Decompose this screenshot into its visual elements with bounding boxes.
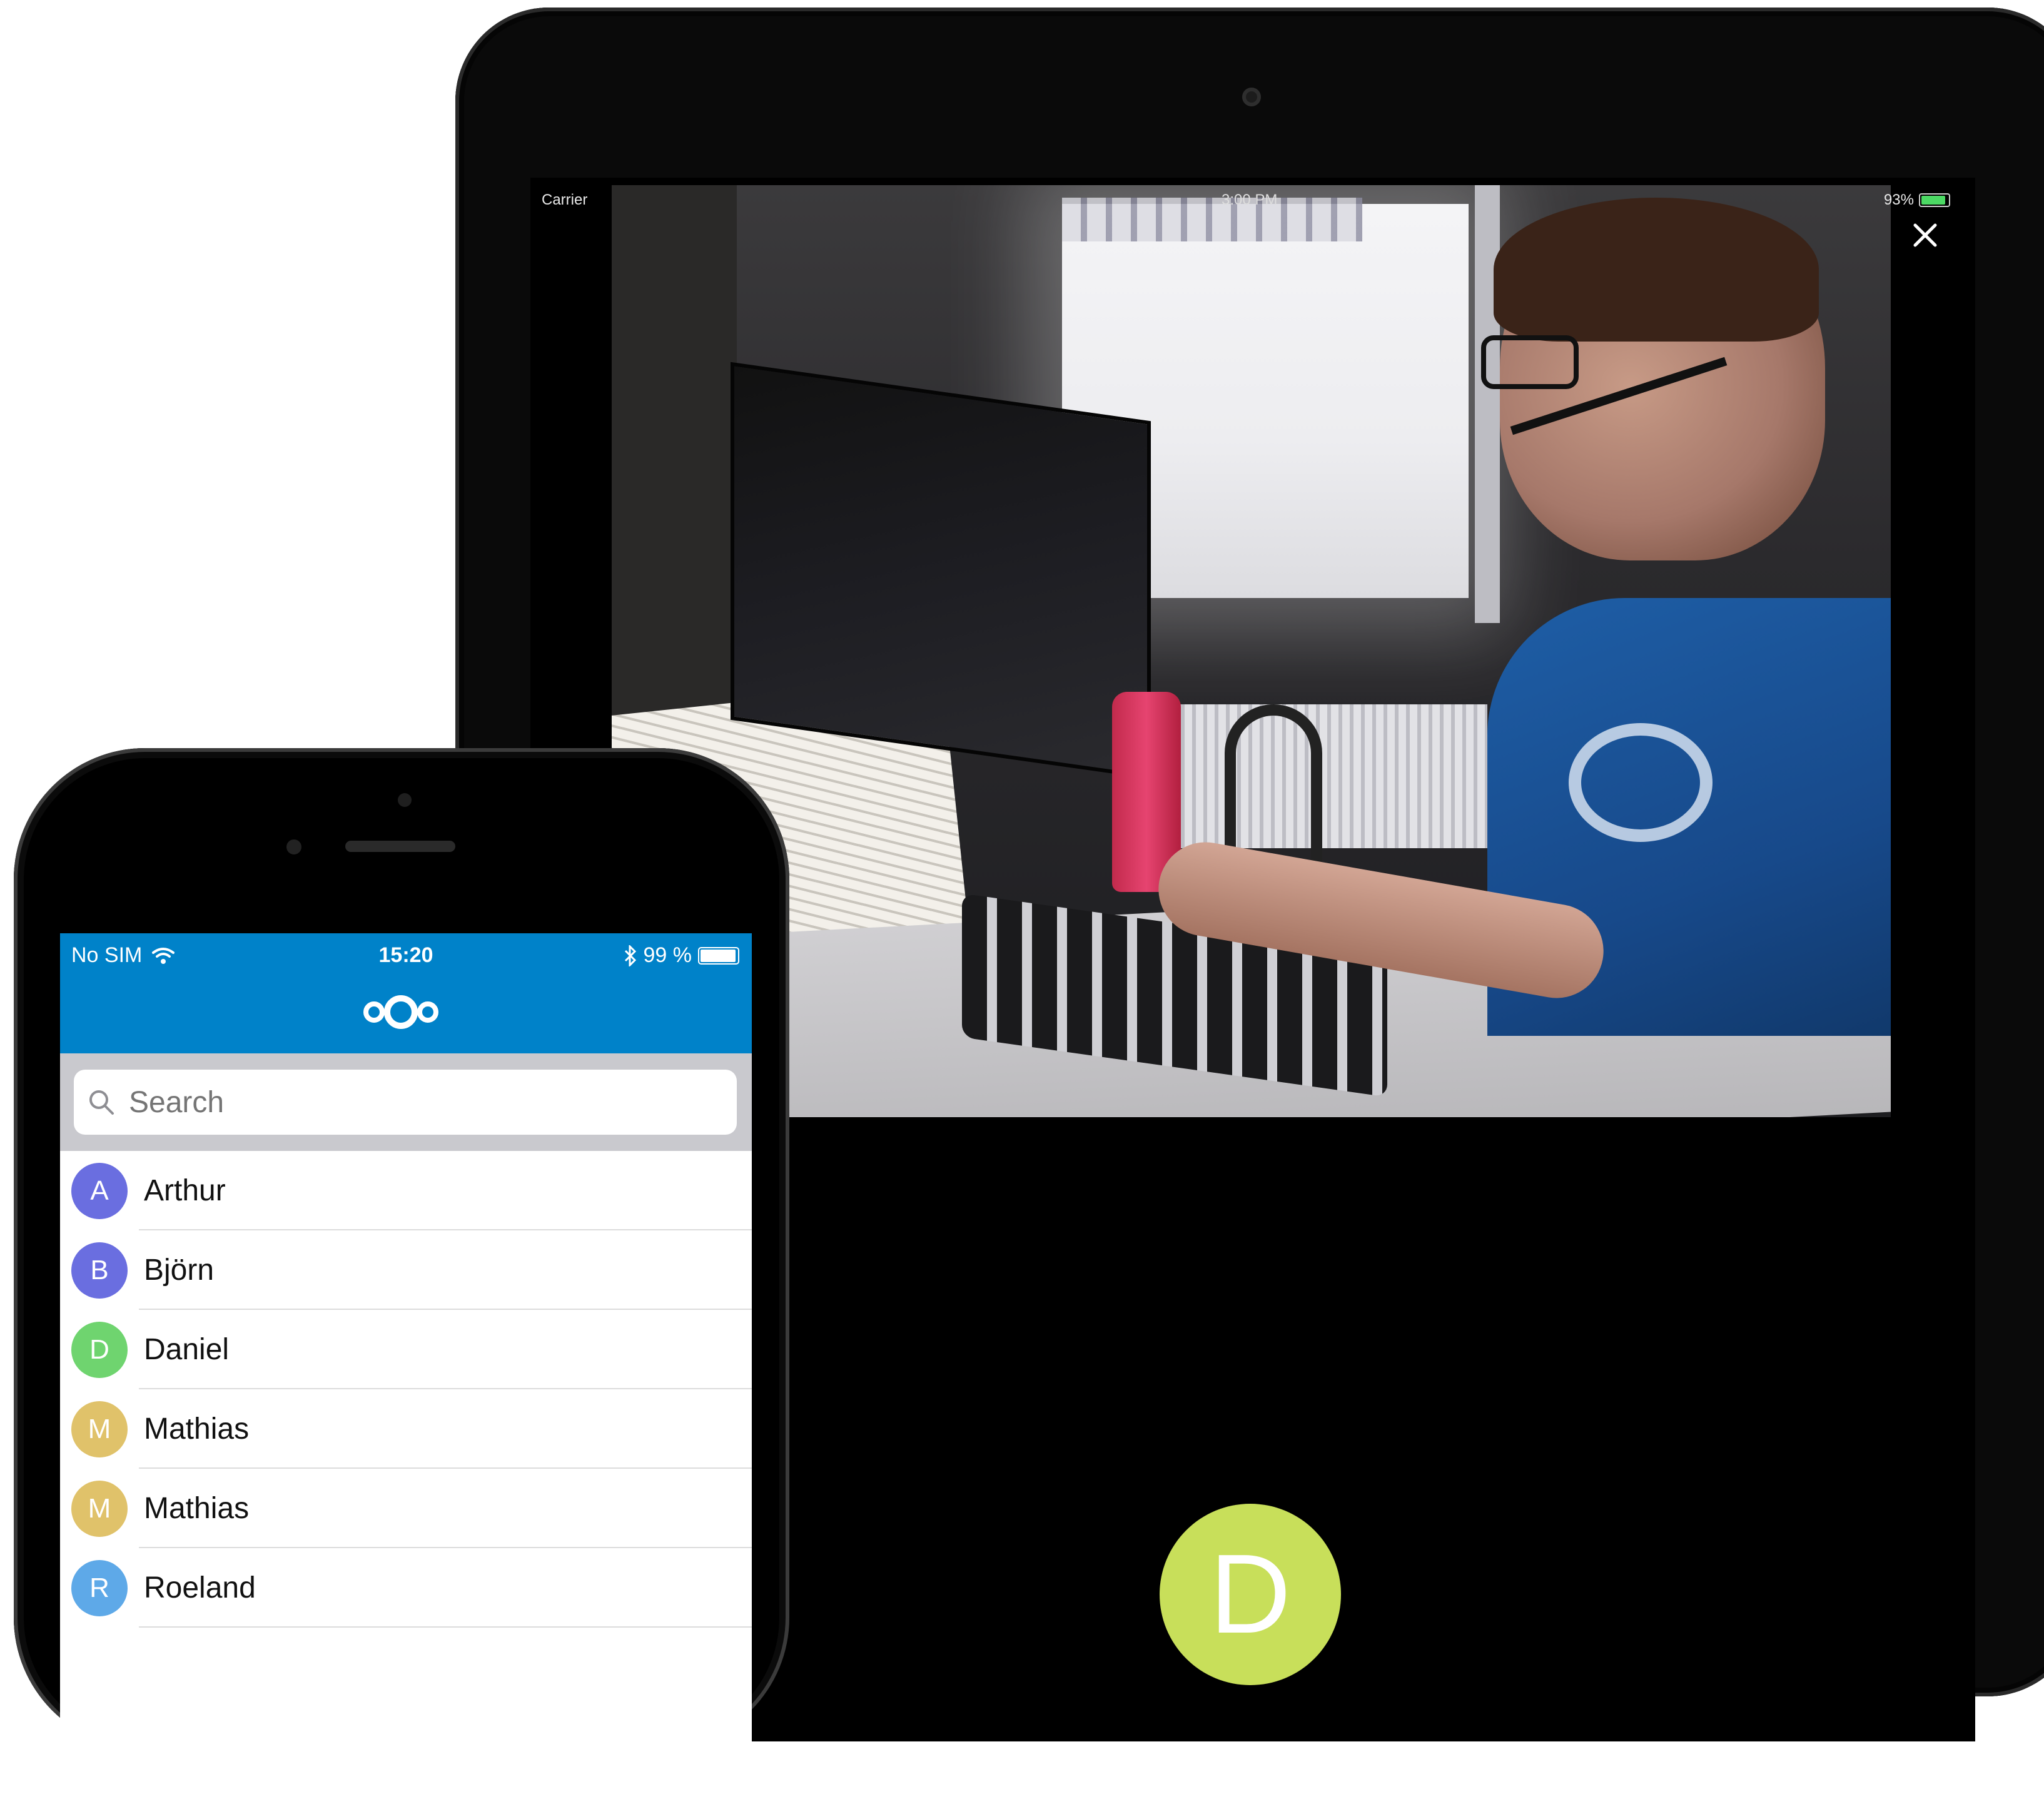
close-call-button[interactable]: [1906, 216, 1944, 254]
iphone-device: No SIM 15:20 99 % Search A Arthur B Björ…: [14, 748, 789, 1809]
monitor: [731, 362, 1151, 779]
battery-percent: 93%: [1883, 191, 1914, 208]
contact-row[interactable]: R Roeland: [60, 1548, 752, 1628]
call-participant-avatar: D: [1160, 1504, 1341, 1685]
contact-row[interactable]: M Mathias: [60, 1389, 752, 1469]
contact-row[interactable]: B Björn: [60, 1230, 752, 1310]
ipad-front-camera: [1242, 88, 1261, 106]
person-in-video: [1151, 198, 1891, 1117]
proximity-sensor: [398, 793, 412, 807]
contact-name: Björn: [144, 1254, 215, 1287]
contact-avatar: M: [71, 1401, 128, 1457]
avatar-initial: D: [1210, 1531, 1291, 1657]
battery-percent: 99 %: [643, 943, 692, 967]
app-header: No SIM 15:20 99 %: [60, 933, 752, 1053]
search-bar-area: [60, 1053, 752, 1151]
contact-name: Arthur: [144, 1174, 226, 1207]
contact-avatar: M: [71, 1480, 128, 1537]
contact-avatar: A: [71, 1162, 128, 1219]
bluetooth-icon: [624, 945, 636, 966]
close-icon: [1913, 223, 1937, 247]
contact-row[interactable]: D Daniel: [60, 1310, 752, 1389]
search-box[interactable]: [74, 1070, 737, 1135]
battery-icon: [1919, 193, 1950, 207]
ipad-status-bar: Carrier 3:00 PM 93%: [530, 178, 1975, 215]
contact-avatar: B: [71, 1242, 128, 1299]
contact-row[interactable]: A Arthur: [60, 1151, 752, 1230]
battery-icon: [698, 946, 739, 965]
shirt-logo: [1569, 723, 1713, 842]
earpiece-speaker: [345, 841, 455, 852]
battery-indicator: 93%: [1884, 191, 1950, 209]
iphone-status-bar: No SIM 15:20 99 %: [60, 933, 752, 977]
contact-avatar: D: [71, 1321, 128, 1378]
nextcloud-logo-icon: [363, 995, 438, 1029]
contact-list: A Arthur B Björn D Daniel M Mathias M Ma…: [60, 1151, 752, 1628]
iphone-screen: No SIM 15:20 99 % Search A Arthur B Björ…: [60, 933, 752, 1809]
contact-row[interactable]: M Mathias: [60, 1469, 752, 1548]
search-input[interactable]: [128, 1084, 693, 1120]
iphone-front-camera: [286, 839, 301, 854]
contact-name: Mathias: [144, 1412, 250, 1446]
contact-name: Roeland: [144, 1571, 256, 1604]
contact-name: Daniel: [144, 1333, 230, 1366]
status-time: 3:00 PM: [1222, 191, 1278, 208]
contact-name: Mathias: [144, 1492, 250, 1525]
remote-video-feed: [612, 185, 1891, 1117]
carrier-label: Carrier: [542, 191, 588, 208]
contact-avatar: R: [71, 1559, 128, 1616]
search-icon: [89, 1090, 114, 1115]
